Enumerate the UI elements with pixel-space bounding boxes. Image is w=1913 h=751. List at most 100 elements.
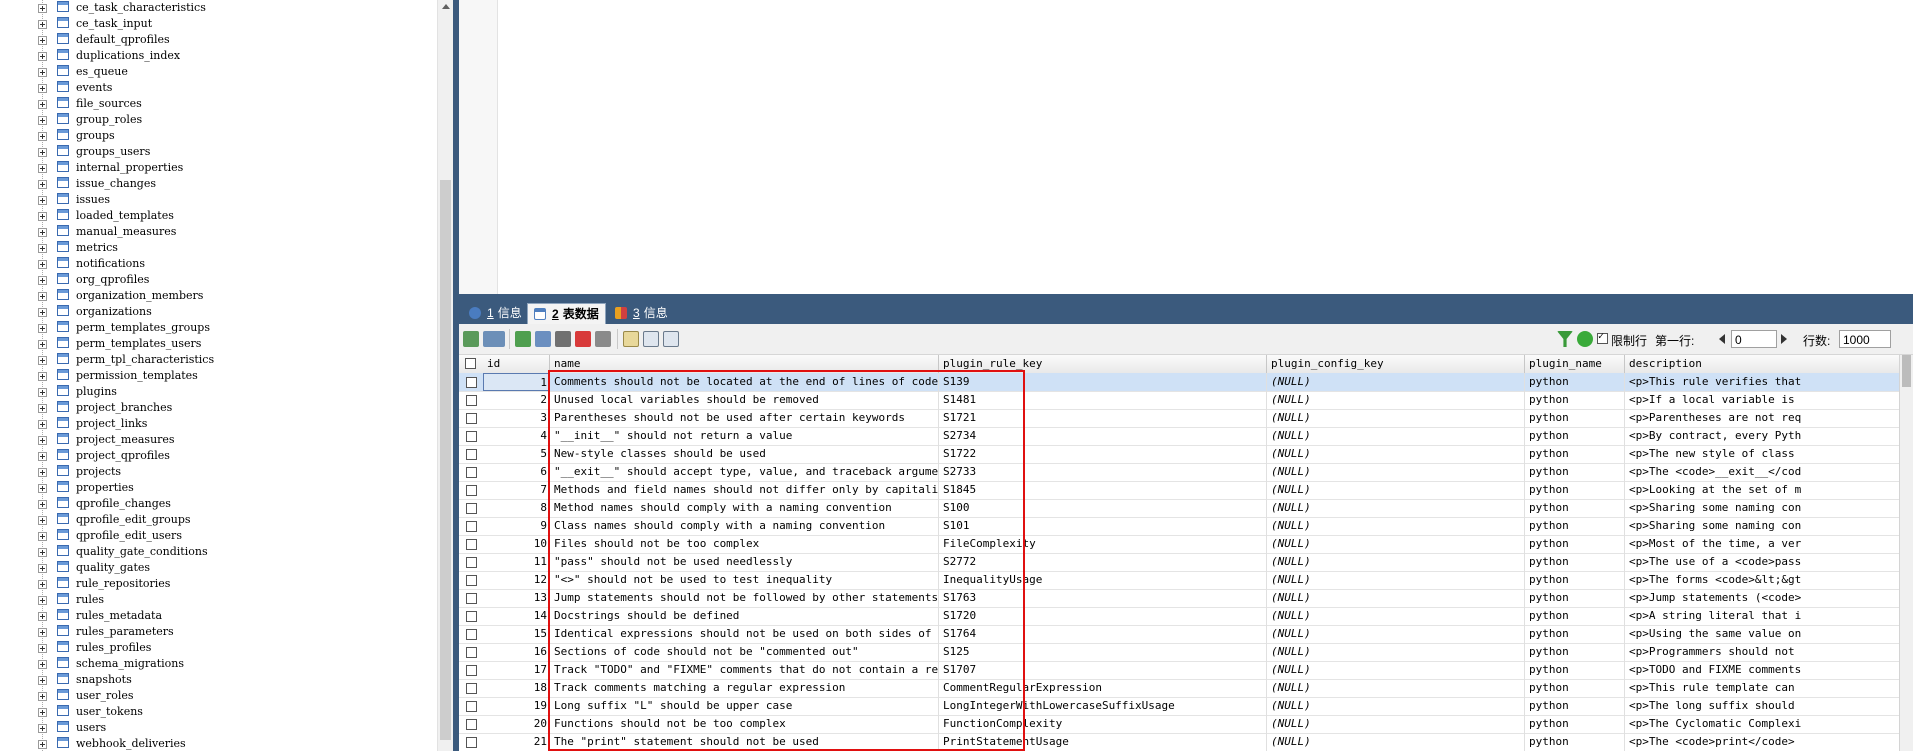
expand-icon[interactable]	[38, 580, 47, 589]
cell-description[interactable]: <p>If a local variable is	[1625, 391, 1913, 409]
cell-plugin-config-key[interactable]: (NULL)	[1267, 715, 1525, 733]
expand-icon[interactable]	[38, 676, 47, 685]
duplicate-row-icon[interactable]	[515, 331, 531, 347]
table-row[interactable]: 10 Files should not be too complex FileCom…	[459, 535, 1913, 554]
tab-table-data[interactable]: 2 表数据	[527, 303, 606, 324]
cell-plugin-config-key[interactable]: (NULL)	[1267, 391, 1525, 409]
cell-id[interactable]: 4	[483, 427, 550, 445]
cell-description[interactable]: <p>Sharing some naming con	[1625, 517, 1913, 535]
expand-icon[interactable]	[38, 164, 47, 173]
tree-item[interactable]: events	[0, 80, 437, 96]
cell-plugin-name[interactable]: python	[1525, 661, 1625, 679]
row-checkbox[interactable]	[466, 683, 477, 694]
cell-id[interactable]: 11	[483, 553, 550, 571]
tree-item[interactable]: snapshots	[0, 672, 437, 688]
cell-description[interactable]: <p>Parentheses are not req	[1625, 409, 1913, 427]
tree-item[interactable]: perm_templates_groups	[0, 320, 437, 336]
row-checkbox[interactable]	[466, 521, 477, 532]
cell-name[interactable]: Docstrings should be defined	[550, 607, 939, 625]
row-checkbox[interactable]	[466, 413, 477, 424]
cell-plugin-name[interactable]: python	[1525, 697, 1625, 715]
expand-icon[interactable]	[38, 708, 47, 717]
row-checkbox[interactable]	[466, 611, 477, 622]
cell-name[interactable]: Sections of code should not be "commente…	[550, 643, 939, 661]
tree-item[interactable]: perm_tpl_characteristics	[0, 352, 437, 368]
expand-icon[interactable]	[38, 196, 47, 205]
expand-icon[interactable]	[38, 180, 47, 189]
cell-id[interactable]: 3	[483, 409, 550, 427]
cell-description[interactable]: <p>Programmers should not	[1625, 643, 1913, 661]
expand-icon[interactable]	[38, 692, 47, 701]
cell-plugin-rule-key[interactable]: S2734	[939, 427, 1267, 445]
cell-description[interactable]: <p>The <code>__exit__</cod	[1625, 463, 1913, 481]
tree-item[interactable]: groups	[0, 128, 437, 144]
cell-name[interactable]: Methods and field names should not diffe…	[550, 481, 939, 499]
expand-icon[interactable]	[38, 404, 47, 413]
cell-name[interactable]: New-style classes should be used	[550, 445, 939, 463]
cell-plugin-name[interactable]: python	[1525, 625, 1625, 643]
expand-icon[interactable]	[38, 212, 47, 221]
cell-name[interactable]: "pass" should not be used needlessly	[550, 553, 939, 571]
cell-plugin-name[interactable]: python	[1525, 427, 1625, 445]
row-checkbox[interactable]	[466, 737, 477, 748]
cell-plugin-name[interactable]: python	[1525, 715, 1625, 733]
cell-plugin-rule-key[interactable]: S100	[939, 499, 1267, 517]
tree-item[interactable]: default_qprofiles	[0, 32, 437, 48]
cell-description[interactable]: <p>The Cyclomatic Complexi	[1625, 715, 1913, 733]
expand-icon[interactable]	[38, 484, 47, 493]
tree-item[interactable]: es_queue	[0, 64, 437, 80]
cell-name[interactable]: Identical expressions should not be used…	[550, 625, 939, 643]
select-all-checkbox[interactable]	[465, 358, 476, 369]
column-header-plugin-name[interactable]: plugin_name	[1525, 355, 1625, 373]
row-checkbox[interactable]	[466, 539, 477, 550]
cell-id[interactable]: 21	[483, 733, 550, 751]
expand-icon[interactable]	[38, 116, 47, 125]
row-checkbox[interactable]	[466, 503, 477, 514]
tree-item[interactable]: plugins	[0, 384, 437, 400]
grid-scrollbar-thumb[interactable]	[1902, 355, 1911, 387]
row-checkbox[interactable]	[466, 557, 477, 568]
row-checkbox[interactable]	[466, 449, 477, 460]
cell-id[interactable]: 20	[483, 715, 550, 733]
cell-plugin-name[interactable]: python	[1525, 463, 1625, 481]
cell-plugin-config-key[interactable]: (NULL)	[1267, 517, 1525, 535]
tree-item[interactable]: rules	[0, 592, 437, 608]
cell-id[interactable]: 17	[483, 661, 550, 679]
cell-plugin-rule-key[interactable]: S1722	[939, 445, 1267, 463]
cell-plugin-rule-key[interactable]: S1721	[939, 409, 1267, 427]
cell-plugin-name[interactable]: python	[1525, 499, 1625, 517]
row-checkbox[interactable]	[466, 665, 477, 676]
cell-description[interactable]: <p>A string literal that i	[1625, 607, 1913, 625]
expand-icon[interactable]	[38, 20, 47, 29]
expand-icon[interactable]	[38, 260, 47, 269]
table-row[interactable]: 20 Functions should not be too complex Fun…	[459, 715, 1913, 734]
cell-description[interactable]: <p>Sharing some naming con	[1625, 499, 1913, 517]
expand-icon[interactable]	[38, 308, 47, 317]
table-row[interactable]: 4 "__init__" should not return a value S27…	[459, 427, 1913, 446]
cell-name[interactable]: Unused local variables should be removed	[550, 391, 939, 409]
table-row[interactable]: 21 The "print" statement should not be us…	[459, 733, 1913, 751]
previous-page-icon[interactable]	[1719, 334, 1725, 344]
expand-icon[interactable]	[38, 68, 47, 77]
cell-plugin-rule-key[interactable]: S1764	[939, 625, 1267, 643]
cell-id[interactable]: 10	[483, 535, 550, 553]
cell-description[interactable]: <p>The forms <code>&lt;&gt	[1625, 571, 1913, 589]
table-row[interactable]: 9 Class names should comply with a naming…	[459, 517, 1913, 536]
expand-icon[interactable]	[38, 532, 47, 541]
limit-rows-checkbox[interactable]	[1597, 331, 1608, 344]
delete-icon[interactable]	[575, 331, 591, 347]
expand-icon[interactable]	[38, 436, 47, 445]
cell-name[interactable]: Class names should comply with a naming …	[550, 517, 939, 535]
column-header-plugin-config-key[interactable]: plugin_config_key	[1267, 355, 1525, 373]
cell-id[interactable]: 14	[483, 607, 550, 625]
table-row[interactable]: 5 New-style classes should be used S1722 (N…	[459, 445, 1913, 464]
tree-item[interactable]: perm_templates_users	[0, 336, 437, 352]
row-checkbox[interactable]	[466, 377, 477, 388]
cell-name[interactable]: Jump statements should not be followed b…	[550, 589, 939, 607]
cell-plugin-rule-key[interactable]: S1720	[939, 607, 1267, 625]
table-row[interactable]: 12 "<>" should not be used to test inequa…	[459, 571, 1913, 590]
column-header-id[interactable]: id	[483, 355, 550, 373]
cell-plugin-rule-key[interactable]: S1707	[939, 661, 1267, 679]
expand-icon[interactable]	[38, 228, 47, 237]
cell-plugin-config-key[interactable]: (NULL)	[1267, 481, 1525, 499]
